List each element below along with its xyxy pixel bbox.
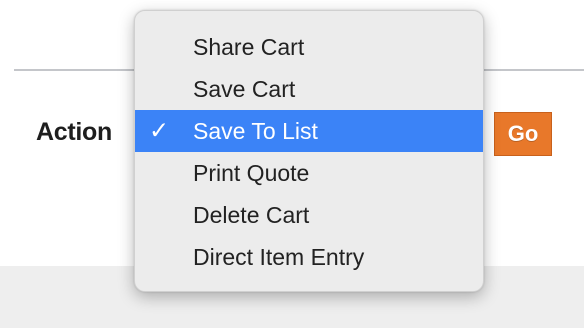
menu-item-label: Print Quote: [193, 159, 310, 186]
checkmark-icon: ✓: [149, 117, 170, 145]
go-button[interactable]: Go: [494, 112, 552, 156]
action-dropdown-menu[interactable]: Share Cart Save Cart ✓ Save To List Prin…: [134, 10, 484, 292]
menu-item-label: Save To List: [193, 117, 318, 144]
action-label: Action: [36, 118, 112, 146]
menu-item-label: Direct Item Entry: [193, 243, 365, 270]
menu-item-save-to-list[interactable]: ✓ Save To List: [135, 110, 483, 152]
menu-item-label: Share Cart: [193, 33, 305, 60]
menu-item-save-cart[interactable]: Save Cart: [135, 68, 483, 110]
menu-item-label: Delete Cart: [193, 201, 310, 228]
menu-item-share-cart[interactable]: Share Cart: [135, 26, 483, 68]
menu-item-delete-cart[interactable]: Delete Cart: [135, 194, 483, 236]
menu-item-label: Save Cart: [193, 75, 296, 102]
menu-item-direct-item-entry[interactable]: Direct Item Entry: [135, 236, 483, 278]
menu-item-print-quote[interactable]: Print Quote: [135, 152, 483, 194]
